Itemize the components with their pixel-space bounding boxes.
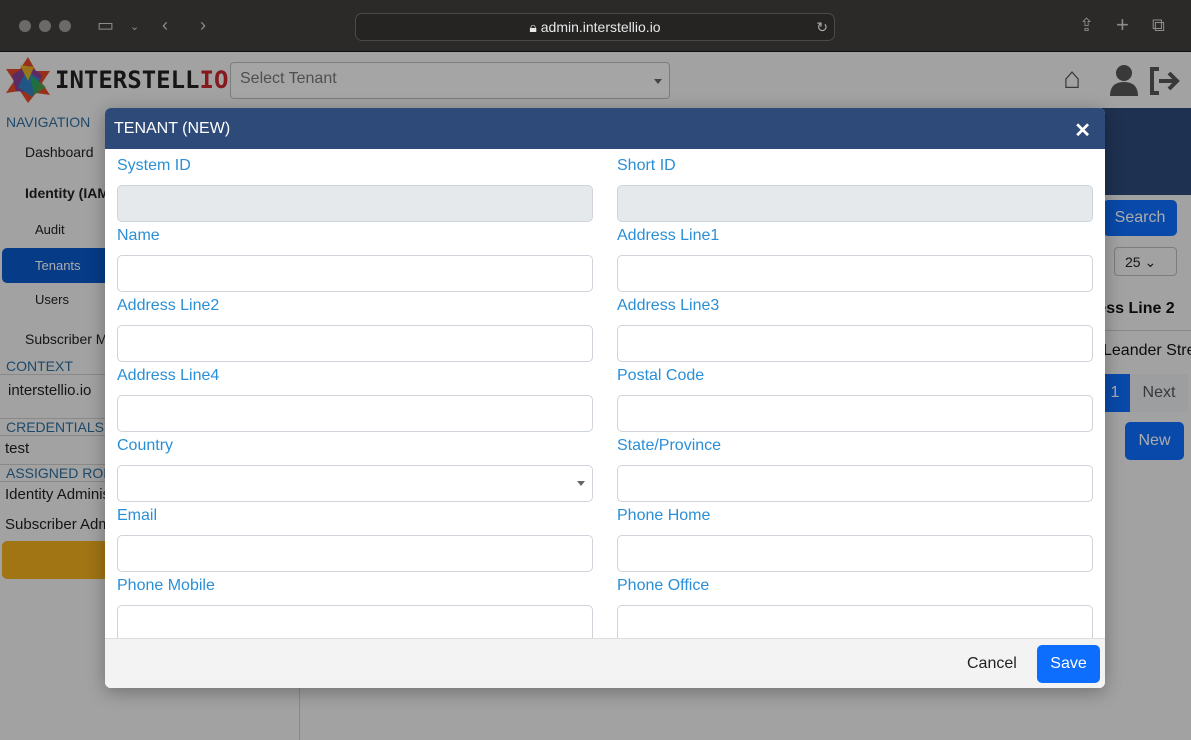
address-line4-input[interactable] xyxy=(117,395,593,432)
zoom-window-button[interactable] xyxy=(59,20,71,32)
phone-home-input[interactable] xyxy=(617,535,1093,572)
field-short-id: Short ID xyxy=(617,157,1093,222)
field-name: Name xyxy=(117,227,593,292)
tabs-overview-icon[interactable]: ⧉ xyxy=(1152,15,1165,36)
address-line3-input[interactable] xyxy=(617,325,1093,362)
postal-code-input[interactable] xyxy=(617,395,1093,432)
field-label: State/Province xyxy=(617,437,722,454)
tenant-modal: TENANT (NEW) ✕ System ID Short ID Name Addr… xyxy=(105,108,1105,688)
modal-body: System ID Short ID Name Address Line1 Addres… xyxy=(105,149,1105,638)
cancel-button[interactable]: Cancel xyxy=(967,655,1017,673)
sidebar-toggle-icon[interactable]: ▭ xyxy=(97,15,114,36)
address-line2-input[interactable] xyxy=(117,325,593,362)
close-icon[interactable]: ✕ xyxy=(1074,118,1091,143)
new-tab-icon[interactable]: + xyxy=(1116,12,1129,38)
modal-footer: Cancel Save xyxy=(105,638,1105,688)
short-id-input xyxy=(617,185,1093,222)
app: INTERSTELLIO Select Tenant ⌂ NAVIGATION … xyxy=(0,52,1191,740)
field-label: Address Line4 xyxy=(117,367,220,384)
address-bar[interactable]: 🔒︎ admin.interstellio.io ↻ xyxy=(355,13,835,41)
phone-office-input[interactable] xyxy=(617,605,1093,638)
field-label: Phone Office xyxy=(617,577,710,594)
field-label: Name xyxy=(117,227,160,244)
chevron-down-icon[interactable]: ⌄ xyxy=(130,20,139,33)
email-input[interactable] xyxy=(117,535,593,572)
state-province-input[interactable] xyxy=(617,465,1093,502)
country-select[interactable] xyxy=(117,465,593,502)
field-phone-office: Phone Office xyxy=(617,577,1093,638)
field-state-province: State/Province xyxy=(617,437,1093,502)
field-address-line1: Address Line1 xyxy=(617,227,1093,292)
modal-title: TENANT (NEW) xyxy=(105,108,1105,149)
back-icon[interactable]: ‹ xyxy=(162,15,168,36)
field-label: Email xyxy=(117,507,158,524)
name-input[interactable] xyxy=(117,255,593,292)
field-label: Postal Code xyxy=(617,367,705,384)
field-label: Short ID xyxy=(617,157,676,174)
field-postal-code: Postal Code xyxy=(617,367,1093,432)
field-label: Phone Mobile xyxy=(117,577,215,594)
system-id-input xyxy=(117,185,593,222)
field-label: Country xyxy=(117,437,174,454)
field-system-id: System ID xyxy=(117,157,593,222)
field-label: Address Line1 xyxy=(617,227,720,244)
field-phone-mobile: Phone Mobile xyxy=(117,577,593,638)
reload-icon[interactable]: ↻ xyxy=(816,14,828,41)
forward-icon[interactable]: › xyxy=(200,15,206,36)
field-label: Address Line3 xyxy=(617,297,720,314)
field-label: Address Line2 xyxy=(117,297,220,314)
field-label: System ID xyxy=(117,157,191,174)
close-window-button[interactable] xyxy=(19,20,31,32)
field-email: Email xyxy=(117,507,593,572)
phone-mobile-input[interactable] xyxy=(117,605,593,638)
share-icon[interactable]: ⇪ xyxy=(1079,15,1094,36)
field-phone-home: Phone Home xyxy=(617,507,1093,572)
save-button[interactable]: Save xyxy=(1037,645,1100,683)
field-address-line3: Address Line3 xyxy=(617,297,1093,362)
lock-icon: 🔒︎ xyxy=(529,19,541,35)
field-address-line4: Address Line4 xyxy=(117,367,593,432)
address-line1-input[interactable] xyxy=(617,255,1093,292)
field-country: Country xyxy=(117,437,593,502)
field-label: Phone Home xyxy=(617,507,711,524)
field-address-line2: Address Line2 xyxy=(117,297,593,362)
minimize-window-button[interactable] xyxy=(39,20,51,32)
browser-toolbar: ▭ ⌄ ‹ › 🔒︎ admin.interstellio.io ↻ ⇪ + ⧉ xyxy=(0,0,1191,52)
